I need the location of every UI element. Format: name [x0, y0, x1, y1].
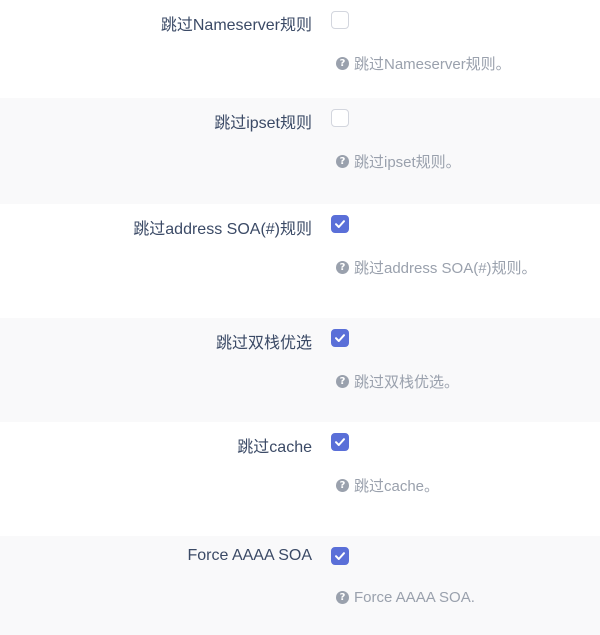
- option-help: ? 跳过cache。: [336, 475, 439, 496]
- checkmark-icon: [335, 220, 345, 228]
- skip-address-soa-checkbox[interactable]: [331, 215, 349, 233]
- option-help-text: 跳过双栈优选。: [354, 374, 460, 391]
- checkmark-icon: [335, 334, 345, 342]
- option-label: 跳过ipset规则: [214, 115, 312, 132]
- option-help: ? 跳过双栈优选。: [336, 371, 459, 392]
- option-help: ? 跳过ipset规则。: [336, 151, 461, 172]
- option-help-text: 跳过address SOA(#)规则。: [354, 260, 537, 277]
- force-aaaa-soa-checkbox[interactable]: [331, 547, 349, 565]
- option-help: ? 跳过address SOA(#)规则。: [336, 257, 537, 278]
- option-label: Force AAAA SOA: [187, 547, 313, 564]
- skip-nameserver-checkbox[interactable]: [331, 11, 349, 29]
- option-help: ? Force AAAA SOA.: [336, 589, 475, 606]
- option-help-text: 跳过cache。: [354, 478, 440, 495]
- skip-cache-checkbox[interactable]: [331, 433, 349, 451]
- question-circle-icon: ?: [336, 375, 349, 388]
- question-circle-icon: ?: [336, 261, 349, 274]
- option-row-force-aaaa-soa: Force AAAA SOA ? Force AAAA SOA.: [0, 536, 600, 635]
- option-label: 跳过双栈优选: [215, 335, 312, 352]
- checkmark-icon: [335, 438, 345, 446]
- settings-form: 跳过Nameserver规则 ? 跳过Nameserver规则。 跳过ipset规…: [0, 0, 600, 635]
- option-label: 跳过cache: [237, 439, 312, 456]
- question-circle-icon: ?: [336, 479, 349, 492]
- option-row-skip-address-soa: 跳过address SOA(#)规则 ? 跳过address SOA(#)规则。: [0, 204, 600, 318]
- skip-ipset-checkbox[interactable]: [331, 109, 349, 127]
- option-row-skip-nameserver: 跳过Nameserver规则 ? 跳过Nameserver规则。: [0, 0, 600, 98]
- question-circle-icon: ?: [336, 591, 349, 604]
- option-label: 跳过Nameserver规则: [160, 17, 312, 34]
- question-circle-icon: ?: [336, 155, 349, 168]
- skip-dualstack-checkbox[interactable]: [331, 329, 349, 347]
- option-help: ? 跳过Nameserver规则。: [336, 53, 511, 74]
- option-row-skip-ipset: 跳过ipset规则 ? 跳过ipset规则。: [0, 98, 600, 204]
- question-circle-icon: ?: [336, 57, 349, 70]
- option-row-skip-dualstack: 跳过双栈优选 ? 跳过双栈优选。: [0, 318, 600, 422]
- option-help-text: Force AAAA SOA.: [354, 589, 475, 606]
- checkmark-icon: [335, 552, 345, 560]
- option-label: 跳过address SOA(#)规则: [133, 221, 312, 238]
- option-help-text: 跳过ipset规则。: [354, 154, 461, 171]
- option-row-skip-cache: 跳过cache ? 跳过cache。: [0, 422, 600, 536]
- option-help-text: 跳过Nameserver规则。: [354, 56, 511, 73]
